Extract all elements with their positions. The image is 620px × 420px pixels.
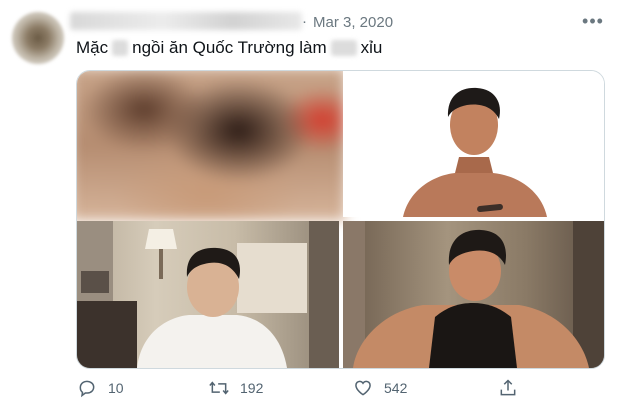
blurred-username[interactable] [70, 12, 302, 30]
like-count: 542 [384, 380, 408, 396]
avatar[interactable] [12, 12, 64, 64]
heart-icon [352, 377, 374, 399]
share-button[interactable] [497, 377, 519, 399]
tweet-text-part-2: ngồi ăn Quốc Trường làm [132, 38, 327, 57]
redacted-word [112, 40, 129, 56]
retweet-count: 192 [240, 380, 264, 396]
tweet-text: Mặc ngồi ăn Quốc Trường làm xỉu [76, 38, 382, 58]
tweet-date[interactable]: Mar 3, 2020 [313, 14, 393, 31]
retweet-icon [208, 377, 230, 399]
media-grid [76, 70, 605, 369]
share-icon [497, 377, 519, 399]
tweet-actions: 10 192 542 [0, 372, 620, 408]
more-options-icon[interactable]: ••• [580, 11, 606, 31]
reply-count: 10 [108, 380, 124, 396]
media-image-man-white-robe[interactable] [77, 221, 339, 368]
reply-button[interactable]: 10 [76, 377, 124, 399]
tweet-text-part-3: xỉu [360, 38, 383, 57]
reply-icon [76, 377, 98, 399]
media-image-blurred[interactable] [77, 71, 346, 221]
date-separator: · [302, 13, 307, 30]
tweet-text-part-1: Mặc [76, 38, 109, 57]
like-button[interactable]: 542 [352, 377, 407, 399]
media-image-man-black-tank[interactable] [343, 221, 604, 368]
retweet-button[interactable]: 192 [208, 377, 263, 399]
media-image-shirtless-portrait[interactable] [343, 71, 604, 217]
redacted-word [330, 40, 357, 56]
